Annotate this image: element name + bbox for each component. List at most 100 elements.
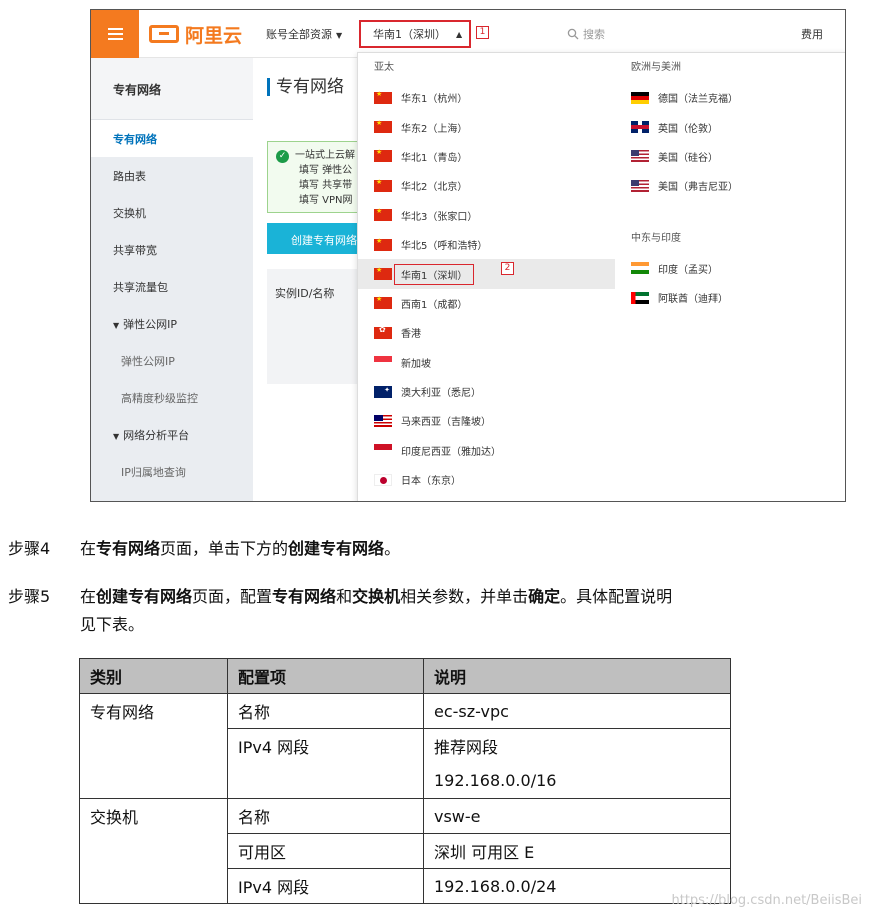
search-icon <box>567 28 579 40</box>
table-row: 交换机 名称 vsw-e <box>79 798 731 904</box>
sidebar-item-ip-lookup[interactable]: IP归属地查询 <box>91 453 253 490</box>
sidebar: 专有网络 专有网络 路由表 交换机 共享带宽 共享流量包 ▼ 弹性公网IP 弹性公… <box>91 58 253 501</box>
sidebar-item-monitoring[interactable]: 高精度秒级监控 <box>91 379 253 416</box>
region-option[interactable]: 美国（硅谷） <box>615 142 845 171</box>
sidebar-item-vpc[interactable]: 专有网络 <box>91 120 253 157</box>
step-bold: 创建专有网络 <box>96 587 193 606</box>
sidebar-item-shared-bandwidth[interactable]: 共享带宽 <box>91 231 253 268</box>
region-option-label: 日本（东京） <box>401 476 461 488</box>
sidebar-item-shared-traffic[interactable]: 共享流量包 <box>91 268 253 305</box>
region-dropdown: 亚太 华东1（杭州） 华东2（上海） 华北1（青岛） 华北2（北京） 华北3（张家口） 华… <box>357 52 845 501</box>
region-option-label: 英国（伦敦） <box>658 123 718 135</box>
fee-link[interactable]: 费用 <box>801 26 823 42</box>
watermark: https://blog.csdn.net/BeiisBei <box>671 893 863 908</box>
table-cell: 深圳 可用区 E <box>423 833 731 869</box>
region-option[interactable]: 英国（伦敦） <box>615 112 845 141</box>
region-option-label: 新加坡 <box>401 358 431 370</box>
region-selector[interactable]: 华南1（深圳） ▲ <box>359 20 471 48</box>
region-selector-label: 华南1（深圳） <box>373 28 446 41</box>
region-option[interactable]: 华南1（深圳） 2 <box>358 259 615 289</box>
search-placeholder: 搜索 <box>583 28 605 41</box>
flag-in-icon <box>631 262 649 275</box>
step-number: 步骤4 <box>8 539 51 558</box>
flag-de-icon <box>631 91 649 104</box>
region-group-title: 欧洲与美洲 <box>631 62 681 73</box>
region-option[interactable]: 印度（孟买） <box>615 254 845 283</box>
region-option[interactable]: 华东1（杭州） <box>358 83 615 112</box>
step-text: 。 <box>384 539 401 558</box>
step-text: 页面，单击下方的 <box>160 539 289 558</box>
region-column-europe: 欧洲与美洲 德国（法兰克福） 英国（伦敦） 美国（硅谷） 美国（弗吉尼亚） 中东与印度… <box>615 53 845 312</box>
region-option-label: 德国（法兰克福） <box>658 94 738 106</box>
top-bar: 阿里云 账号全部资源 ▼ 华南1（深圳） ▲ 1 搜索 费用 <box>91 10 845 58</box>
region-option-label: 马来西亚（吉隆坡） <box>401 417 491 429</box>
sidebar-item-eip[interactable]: 弹性公网IP <box>91 342 253 379</box>
flag-ae-icon <box>631 291 649 304</box>
region-option[interactable]: 马来西亚（吉隆坡） <box>358 406 615 435</box>
menu-icon[interactable] <box>91 10 139 58</box>
table-header-cell: 配置项 <box>227 658 424 694</box>
account-resources-menu[interactable]: 账号全部资源 ▼ <box>266 26 342 42</box>
region-option[interactable]: 印度尼西亚（雅加达） <box>358 436 615 465</box>
table-cell: 可用区 <box>227 833 424 869</box>
table-header-cell: 类别 <box>79 658 228 694</box>
step-text: 和 <box>336 587 353 606</box>
table-cell: 名称 <box>227 693 424 729</box>
region-option[interactable]: 阿联酋（迪拜） <box>615 283 845 312</box>
aliyun-logo-mark-icon <box>149 25 179 43</box>
flag-cn-icon <box>374 119 392 134</box>
region-option[interactable]: 德国（法兰克福） <box>615 83 845 112</box>
table-cell: 交换机 <box>79 798 228 904</box>
region-option[interactable]: 西南1（成都） <box>358 289 615 318</box>
region-option-label: 印度尼西亚（雅加达） <box>401 446 501 458</box>
step-number: 步骤5 <box>8 587 51 606</box>
region-option[interactable]: 香港 <box>358 318 615 347</box>
sidebar-title: 专有网络 <box>91 58 253 120</box>
aliyun-logo[interactable]: 阿里云 <box>149 20 242 48</box>
console-screenshot: 阿里云 账号全部资源 ▼ 华南1（深圳） ▲ 1 搜索 费用 专有网络 专有网络 路… <box>90 9 846 502</box>
sidebar-group-eip[interactable]: ▼ 弹性公网IP <box>91 305 253 342</box>
step-5: 步骤5 在创建专有网络页面，配置专有网络和交换机相关参数，并单击确定。具体配置说明… <box>8 583 672 639</box>
notice-line: 一站式上云解 <box>295 150 355 161</box>
flag-sg-icon <box>374 356 392 369</box>
step-text: 在 <box>80 539 97 558</box>
region-option[interactable]: 华北1（青岛） <box>358 142 615 171</box>
table-header-instance: 实例ID/名称 <box>267 269 367 384</box>
sidebar-item-vswitch[interactable]: 交换机 <box>91 194 253 231</box>
flag-my-icon <box>374 414 392 427</box>
region-option[interactable]: 美国（弗吉尼亚） <box>615 171 845 200</box>
flag-cn-icon <box>374 207 392 222</box>
table-header-cell: 说明 <box>423 658 731 694</box>
region-option-label: 华东2（上海） <box>401 123 468 135</box>
sidebar-group-network-analysis[interactable]: ▼ 网络分析平台 <box>91 416 253 453</box>
region-option[interactable]: 华北2（北京） <box>358 171 615 200</box>
region-option[interactable]: 日本（东京） <box>358 465 615 494</box>
caret-down-icon: ▼ <box>336 31 343 40</box>
step-bold: 确定 <box>528 587 561 606</box>
region-option[interactable]: 新加坡 <box>358 348 615 377</box>
step-text: 在 <box>80 587 97 606</box>
step-bold: 创建专有网络 <box>288 539 385 558</box>
check-circle-icon: ✓ <box>276 150 289 163</box>
search-box[interactable]: 搜索 <box>567 26 605 42</box>
flag-us-icon <box>631 179 649 192</box>
table-cell: 名称 <box>227 798 424 834</box>
region-option-label: 华北2（北京） <box>401 182 468 194</box>
region-option[interactable]: 澳大利亚（悉尼） <box>358 377 615 406</box>
region-option[interactable]: 华北3（张家口） <box>358 201 615 230</box>
triangle-down-icon: ▼ <box>113 432 120 441</box>
sidebar-group-label: 弹性公网IP <box>123 318 178 331</box>
flag-cn-icon <box>374 148 392 163</box>
region-option-label: 华北3（张家口） <box>401 211 478 223</box>
create-vpc-button[interactable]: 创建专有网络 <box>267 223 367 254</box>
table-row: 专有网络 名称 ec-sz-vpc <box>79 693 731 799</box>
region-option[interactable]: 华北5（呼和浩特） <box>358 230 615 259</box>
table-cell: ec-sz-vpc <box>423 693 731 729</box>
region-option[interactable]: 华东2（上海） <box>358 112 615 141</box>
flag-cn-icon <box>374 178 392 192</box>
table-cell: IPv4 网段 <box>227 728 424 799</box>
flag-jp-icon <box>374 473 392 486</box>
sidebar-item-route-table[interactable]: 路由表 <box>91 157 253 194</box>
flag-id-icon <box>374 444 392 457</box>
region-option-label: 华北5（呼和浩特） <box>401 241 488 253</box>
